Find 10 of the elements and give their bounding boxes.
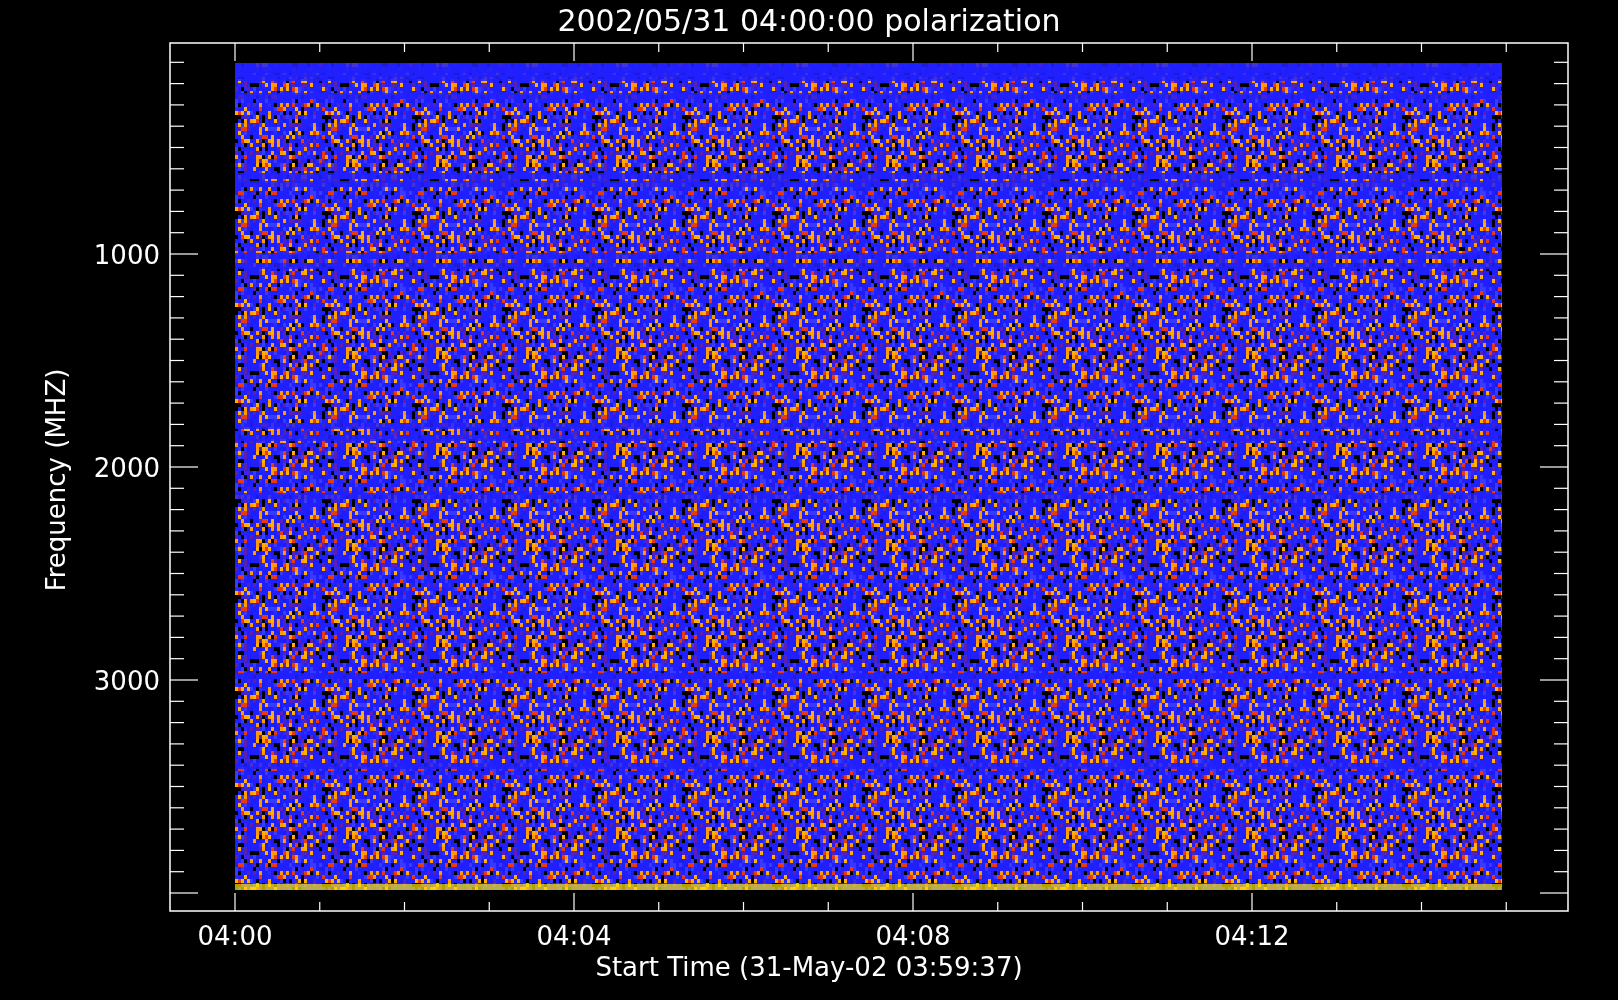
y-axis-label: Frequency (MHZ) bbox=[41, 368, 71, 592]
x-axis-label: Start Time (31-May-02 03:59:37) bbox=[595, 952, 1023, 982]
y-tick-label: 1000 bbox=[93, 240, 160, 270]
y-tick-label: 3000 bbox=[93, 666, 160, 696]
x-tick-label: 04:12 bbox=[1214, 921, 1290, 951]
x-tick-label: 04:08 bbox=[875, 921, 951, 951]
x-tick-label: 04:00 bbox=[197, 921, 273, 951]
y-tick-label: 2000 bbox=[93, 453, 160, 483]
plot-title: 2002/05/31 04:00:00 polarization bbox=[557, 3, 1061, 38]
x-tick-label: 04:04 bbox=[536, 921, 612, 951]
